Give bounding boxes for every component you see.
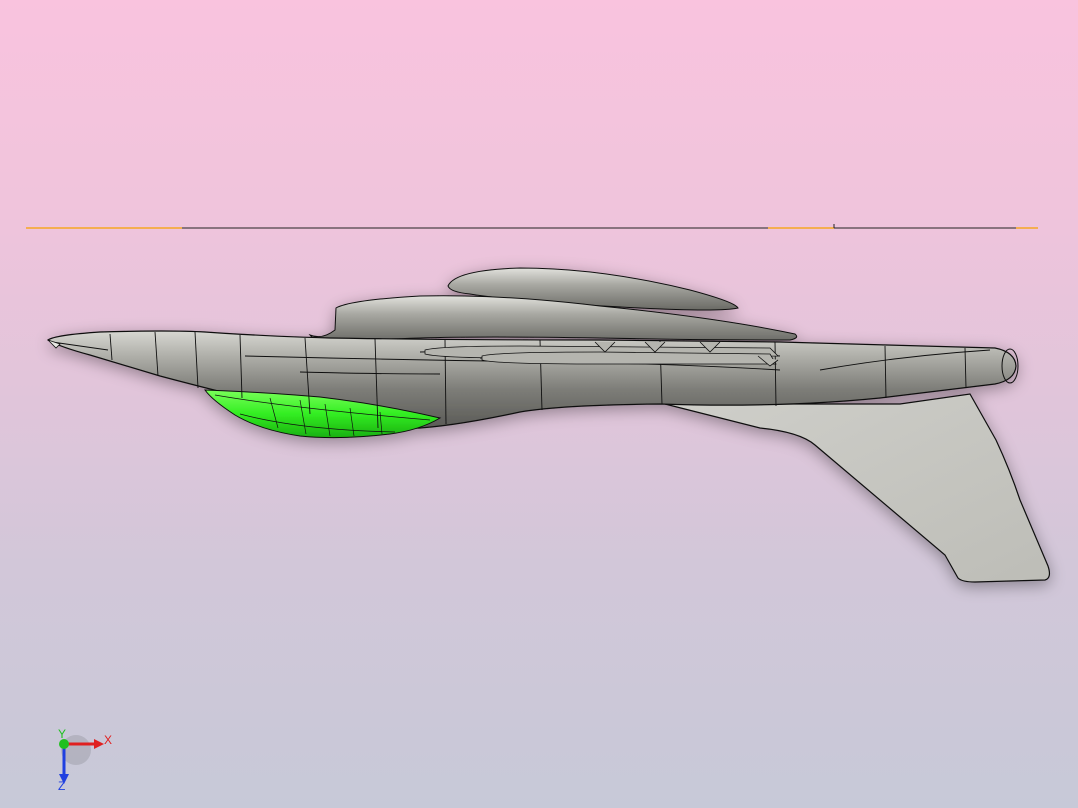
triad-x-arrow: [94, 739, 104, 749]
triad-y-label: Y: [58, 728, 66, 741]
datum-line: [26, 224, 1038, 229]
3d-viewport[interactable]: X Y Z: [0, 0, 1078, 808]
coordinate-triad: X Y Z: [58, 728, 112, 792]
triad-z-label: Z: [58, 779, 65, 792]
triad-x-label: X: [104, 733, 112, 747]
tail-fin[interactable]: [664, 393, 1051, 583]
model-scene[interactable]: [0, 0, 1078, 808]
